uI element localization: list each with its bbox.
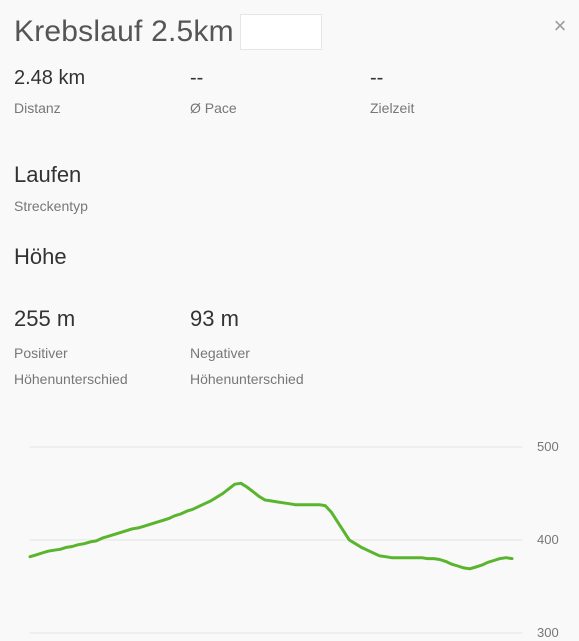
elevation-loss-label-line2: Höhenunterschied: [190, 371, 304, 387]
route-type: Laufen Streckentyp: [14, 162, 88, 214]
elevation-gain-value: 255 m: [14, 306, 76, 331]
elevation-gain-label-line2: Höhenunterschied: [14, 371, 128, 387]
close-icon[interactable]: ×: [548, 14, 572, 38]
chart-series: [28, 481, 514, 571]
elevation-loss-value: 93 m: [190, 306, 239, 331]
y-tick-label-300: 300: [537, 625, 559, 640]
y-tick-label-400: 400: [537, 532, 559, 547]
elevation-loss-label-line1: Negativer: [190, 345, 250, 361]
title-redaction-box: [239, 14, 322, 50]
elevation-heading: Höhe: [14, 244, 67, 269]
elevation-profile-line: [28, 481, 514, 571]
stat-pace: -- Ø Pace: [190, 67, 237, 116]
y-tick-label-500: 500: [537, 439, 559, 454]
chart-y-ticks: 500 400 300: [537, 439, 559, 640]
stat-target-time-value: --: [370, 67, 384, 89]
stat-pace-value: --: [190, 67, 204, 89]
elevation-chart[interactable]: 500 400 300: [0, 430, 579, 641]
route-type-label: Streckentyp: [14, 198, 88, 214]
elevation-loss-label: Negativer Höhenunterschied: [190, 340, 304, 392]
route-details-panel: Krebslauf 2.5km × 2.48 km Distanz -- Ø P…: [0, 0, 579, 641]
route-type-value: Laufen: [14, 162, 82, 187]
title-row: Krebslauf 2.5km: [14, 12, 322, 52]
chart-grid: [30, 446, 522, 634]
stat-target-time-label: Zielzeit: [370, 100, 415, 116]
route-title: Krebslauf 2.5km: [14, 15, 234, 48]
stat-distance-value: 2.48 km: [14, 67, 86, 89]
stat-distance: 2.48 km Distanz: [14, 67, 85, 116]
stat-pace-label: Ø Pace: [190, 100, 237, 116]
elevation-loss: 93 m Negativer Höhenunterschied: [190, 306, 304, 392]
stat-target-time: -- Zielzeit: [370, 67, 414, 116]
elevation-gain-label: Positiver Höhenunterschied: [14, 340, 128, 392]
stat-distance-label: Distanz: [14, 100, 61, 116]
elevation-gain: 255 m Positiver Höhenunterschied: [14, 306, 128, 392]
elevation-gain-label-line1: Positiver: [14, 345, 68, 361]
